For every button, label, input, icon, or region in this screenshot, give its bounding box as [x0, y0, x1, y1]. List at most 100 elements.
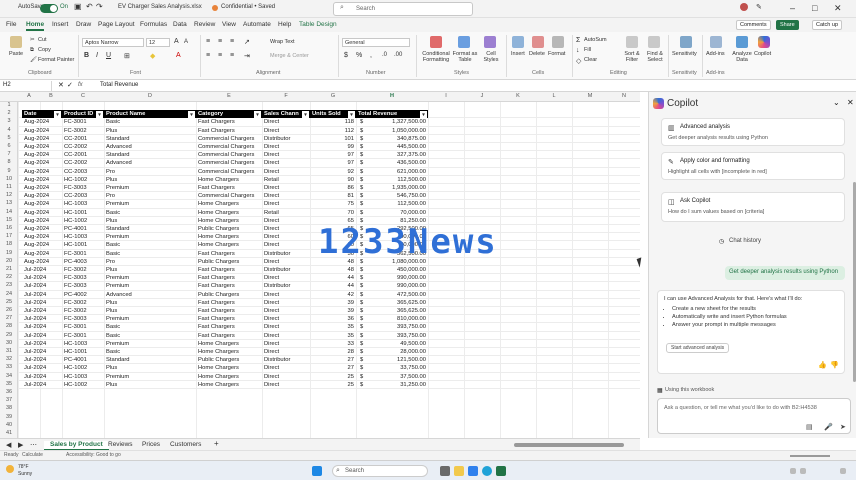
autosave-toggle[interactable] [40, 4, 58, 13]
table-cell[interactable]: Direct [262, 200, 310, 208]
table-header-cell[interactable]: Category [196, 110, 262, 119]
table-cell[interactable]: Direct [262, 364, 310, 372]
filter-dropdown-icon[interactable]: ▾ [302, 110, 309, 118]
using-this-workbook[interactable]: Using this workbook [665, 387, 714, 393]
table-cell[interactable]: PC-4003 [62, 258, 104, 266]
table-cell[interactable]: Fast Chargers [196, 299, 262, 307]
table-cell[interactable]: Plus [104, 266, 196, 274]
table-cell[interactable]: $ [358, 151, 368, 159]
table-cell[interactable]: Home Chargers [196, 217, 262, 225]
align-left-icon[interactable]: ≡ [206, 52, 210, 59]
align-right-icon[interactable]: ≡ [230, 52, 234, 59]
suggestion-card-ask-copilot[interactable]: ◫ Ask Copilot How do I sum values based … [661, 192, 845, 222]
table-cell[interactable]: Home Chargers [196, 241, 262, 249]
row-header[interactable]: 13 [0, 200, 18, 208]
table-row[interactable]: Jul-2024 PC-4001 Standard Public Chargers Di… [18, 356, 640, 365]
table-cell[interactable]: 81 [310, 192, 356, 200]
row-header[interactable]: 26 [0, 307, 18, 315]
table-cell[interactable]: 340,875.00 [368, 135, 428, 143]
task-view-icon[interactable] [440, 466, 450, 476]
table-cell[interactable]: Fast Chargers [196, 127, 262, 135]
prev-sheet-icon[interactable]: ◀ [6, 441, 11, 449]
thumbs-up-icon[interactable]: 👍 [818, 361, 827, 369]
percent-icon[interactable]: % [356, 52, 362, 59]
table-cell[interactable]: $ [358, 127, 368, 135]
table-cell[interactable]: Aug-2024 [22, 159, 62, 167]
table-cell[interactable]: 31,250.00 [368, 381, 428, 389]
sheet-tab-prices[interactable]: Prices [142, 441, 160, 448]
table-cell[interactable]: $ [358, 159, 368, 167]
start-advanced-analysis-button[interactable]: Start advanced analysis [666, 343, 730, 353]
table-cell[interactable]: CC-2002 [62, 143, 104, 151]
prompt-guide-icon[interactable]: ▤ [806, 423, 813, 431]
table-row[interactable]: Jul-2024 FC-3003 Premium Fast Chargers Direc… [18, 274, 640, 283]
ask-copilot-input[interactable]: Ask a question, or tell me what you'd li… [657, 398, 851, 434]
table-row[interactable]: Aug-2024 CC-2003 Pro Commercial Chargers Dir… [18, 168, 640, 176]
table-cell[interactable]: Jul-2024 [22, 274, 62, 282]
table-cell[interactable]: Basic [104, 323, 196, 331]
table-cell[interactable]: Plus [104, 381, 196, 389]
table-cell[interactable]: Pro [104, 168, 196, 176]
font-color-icon[interactable]: A [176, 52, 181, 59]
table-row[interactable]: Jul-2024 HC-1002 Plus Home Chargers Direct 27… [18, 364, 640, 373]
table-cell[interactable]: FC-3002 [62, 266, 104, 274]
table-cell[interactable]: Fast Chargers [196, 250, 262, 258]
table-cell[interactable]: Distributor [262, 266, 310, 274]
close-pane-icon[interactable]: ✕ [847, 98, 854, 107]
table-cell[interactable]: 121,500.00 [368, 356, 428, 364]
table-cell[interactable]: Advanced [104, 291, 196, 299]
filter-dropdown-icon[interactable]: ▾ [348, 110, 355, 118]
table-cell[interactable]: HC-1003 [62, 200, 104, 208]
row-header[interactable]: 16 [0, 225, 18, 233]
table-cell[interactable]: $ [358, 143, 368, 151]
sensitivity-button[interactable]: Sensitivity [672, 51, 697, 57]
table-cell[interactable]: Public Chargers [196, 258, 262, 266]
table-cell[interactable]: Basic [104, 118, 196, 126]
table-cell[interactable]: Jul-2024 [22, 356, 62, 364]
table-row[interactable]: Jul-2024 HC-1003 Premium Home Chargers Direc… [18, 373, 640, 381]
table-cell[interactable]: 621,000.00 [368, 168, 428, 176]
table-cell[interactable]: Home Chargers [196, 176, 262, 184]
table-cell[interactable]: Fast Chargers [196, 274, 262, 282]
fill-button[interactable]: Fill [584, 47, 591, 53]
sort-filter-icon[interactable] [626, 36, 638, 48]
analyze-data-icon[interactable] [736, 36, 748, 48]
table-row[interactable]: Aug-2024 CC-2003 Pro Commercial Chargers Dir… [18, 192, 640, 201]
table-cell[interactable]: HC-1003 [62, 233, 104, 241]
row-header[interactable]: 10 [0, 176, 18, 184]
row-header[interactable]: 27 [0, 315, 18, 323]
table-row[interactable]: Jul-2024 HC-1003 Premium Home Chargers Direc… [18, 340, 640, 348]
table-cell[interactable]: Plus [104, 307, 196, 315]
table-cell[interactable]: Pro [104, 258, 196, 266]
taskbar-search[interactable]: ⌕ Search [332, 465, 428, 477]
add-sheet-button[interactable]: + [214, 439, 219, 448]
zoom-slider[interactable] [790, 455, 830, 457]
table-cell[interactable]: Direct [262, 159, 310, 167]
mail-icon[interactable] [468, 466, 478, 476]
table-cell[interactable]: Plus [104, 364, 196, 372]
table-cell[interactable]: HC-1002 [62, 176, 104, 184]
table-cell[interactable]: Home Chargers [196, 348, 262, 356]
volume-icon[interactable] [800, 468, 806, 474]
edge-icon[interactable] [482, 466, 492, 476]
table-cell[interactable]: Aug-2024 [22, 241, 62, 249]
table-cell[interactable]: 25 [310, 373, 356, 381]
table-cell[interactable]: HC-1003 [62, 340, 104, 348]
table-cell[interactable]: 39 [310, 299, 356, 307]
table-cell[interactable]: Home Chargers [196, 373, 262, 381]
copilot-button[interactable]: Copilot [754, 51, 771, 57]
avatar[interactable] [740, 3, 748, 11]
table-cell[interactable]: Jul-2024 [22, 373, 62, 381]
send-icon[interactable]: ➤ [840, 423, 846, 431]
row-header[interactable]: 29 [0, 332, 18, 340]
table-cell[interactable]: PC-4001 [62, 356, 104, 364]
table-cell[interactable]: HC-1001 [62, 209, 104, 217]
table-cell[interactable]: Fast Chargers [196, 184, 262, 192]
search-box[interactable]: ⌕ Search [333, 2, 473, 16]
table-cell[interactable]: Aug-2024 [22, 225, 62, 233]
table-cell[interactable]: $ [358, 135, 368, 143]
table-cell[interactable]: Premium [104, 274, 196, 282]
table-cell[interactable]: 86 [310, 184, 356, 192]
table-cell[interactable]: Commercial Chargers [196, 143, 262, 151]
filter-dropdown-icon[interactable]: ▾ [420, 110, 427, 118]
